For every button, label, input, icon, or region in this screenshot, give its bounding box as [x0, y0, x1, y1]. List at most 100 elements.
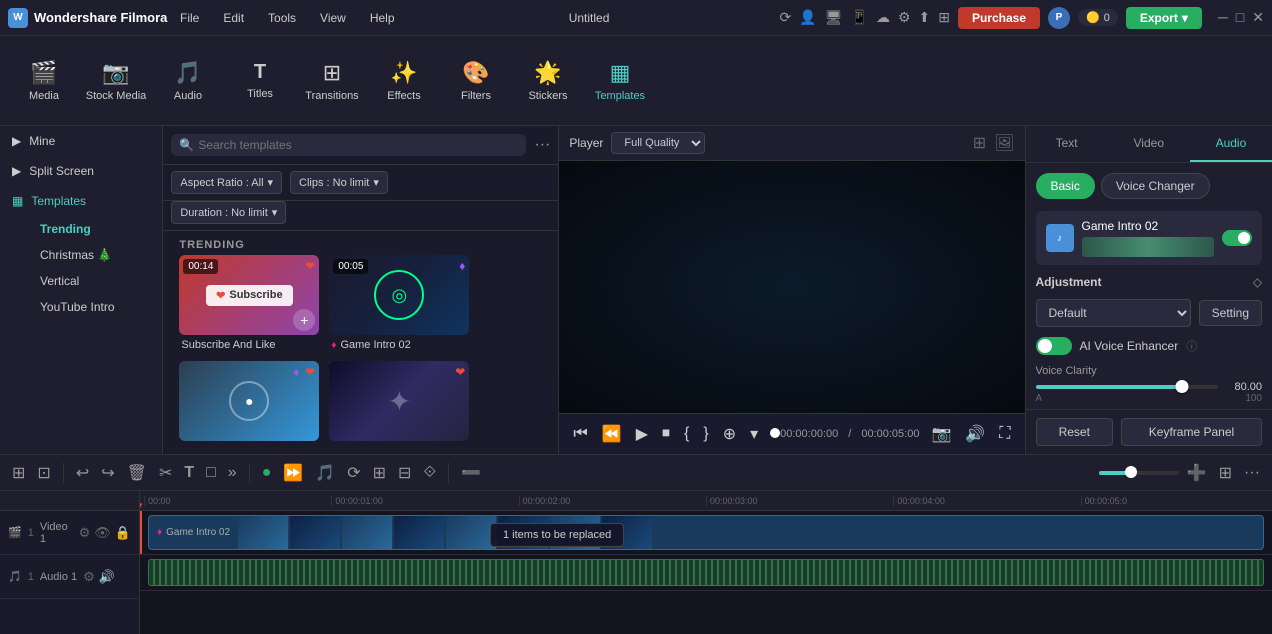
keyframe-panel-button[interactable]: Keyframe Panel [1121, 418, 1262, 446]
voice-clarity-track[interactable] [1036, 385, 1219, 389]
grid-view-icon[interactable]: ⊞ [973, 133, 986, 153]
templates-scroll[interactable]: TRENDING ❤ Subscribe 00:14 [163, 231, 558, 454]
aspect-ratio-filter[interactable]: Aspect Ratio : All ▾ [171, 171, 282, 194]
audio-settings-icon[interactable]: ⚙ [83, 569, 95, 585]
snapshot-button[interactable]: 📷 [929, 422, 953, 446]
timeline-plus[interactable]: ➕ [1183, 461, 1211, 485]
add-to-timeline-button[interactable]: ⊕ [721, 422, 738, 446]
default-dropdown[interactable]: Default [1036, 299, 1191, 327]
menu-file[interactable]: File [176, 9, 203, 27]
timeline-delete[interactable]: 🗑 [123, 461, 151, 485]
search-input[interactable] [198, 138, 518, 152]
user-icon[interactable]: 👤 [799, 9, 816, 26]
timeline-more-2[interactable]: ··· [1240, 462, 1264, 484]
duration-filter[interactable]: Duration : No limit ▾ [171, 201, 286, 224]
timeline-cut[interactable]: ✂ [155, 461, 176, 485]
mark-out-button[interactable]: } [701, 423, 710, 445]
minimize-button[interactable]: ─ [1218, 9, 1228, 26]
export-button[interactable]: Export ▾ [1126, 7, 1202, 29]
tab-video[interactable]: Video [1108, 126, 1190, 162]
toolbar-stock-media[interactable]: 📷 Stock Media [80, 41, 152, 121]
left-panel-templates[interactable]: ▦ Templates [0, 186, 162, 216]
stop-button[interactable]: ⏹ [660, 423, 672, 445]
sub-trending[interactable]: Trending [28, 216, 162, 242]
toolbar-stickers[interactable]: 🌟 Stickers [512, 41, 584, 121]
menu-help[interactable]: Help [366, 9, 399, 27]
settings-icon[interactable]: ⚙ [898, 9, 911, 26]
quality-select[interactable]: Full Quality [611, 132, 705, 154]
snapshot-icon[interactable]: 🖼 [994, 133, 1014, 153]
sub-vertical[interactable]: Vertical [28, 268, 162, 294]
toolbar-transitions[interactable]: ⊞ Transitions [296, 41, 368, 121]
step-back-button[interactable]: ⏪ [600, 422, 624, 446]
share-icon[interactable]: ⬆ [919, 9, 931, 26]
timeline-undo[interactable]: ↩ [72, 461, 93, 485]
cloud-icon[interactable]: ☁ [876, 9, 890, 26]
tl-zoom-slider[interactable] [1099, 471, 1179, 475]
toolbar-effects[interactable]: ✨ Effects [368, 41, 440, 121]
audio-clip[interactable] [148, 559, 1264, 586]
track-settings-icon[interactable]: ⚙ [79, 525, 91, 541]
sub-christmas[interactable]: Christmas 🎄 [28, 242, 162, 268]
more-controls-button[interactable]: ▾ [748, 422, 760, 446]
volume-button[interactable]: 🔊 [963, 422, 987, 446]
timeline-text[interactable]: T [180, 462, 198, 484]
setting-button[interactable]: Setting [1199, 300, 1262, 326]
fullscreen-button[interactable]: ⛶ [997, 423, 1012, 445]
basic-tab[interactable]: Basic [1036, 173, 1095, 199]
menu-edit[interactable]: Edit [219, 9, 248, 27]
video-clip[interactable]: ♦ Game Intro 02 [148, 515, 1264, 550]
timeline-sync[interactable]: ⟳ [343, 461, 364, 485]
mark-in-button[interactable]: { [682, 423, 691, 445]
tab-audio[interactable]: Audio [1190, 126, 1272, 162]
rewind-button[interactable]: ⏮ [571, 423, 589, 445]
timeline-view-toggle[interactable]: ⊞ [8, 461, 29, 485]
toolbar-titles[interactable]: T Titles [224, 41, 296, 121]
menu-tools[interactable]: Tools [264, 9, 300, 27]
template-card-3[interactable]: ● ❤ ♦ [179, 361, 319, 441]
close-button[interactable]: ✕ [1252, 9, 1264, 26]
toolbar-templates[interactable]: ▦ Templates [584, 41, 656, 121]
ai-voice-toggle[interactable] [1036, 337, 1072, 355]
toolbar-media[interactable]: 🎬 Media [8, 41, 80, 121]
timeline-speed[interactable]: ⏩ [279, 461, 307, 485]
tab-text[interactable]: Text [1026, 126, 1108, 162]
play-button[interactable]: ▶ [634, 422, 650, 446]
sub-youtube-intro[interactable]: YouTube Intro [28, 294, 162, 320]
timeline-magnet[interactable]: ⊡ [33, 461, 54, 485]
track-eye-icon[interactable]: 👁 [94, 525, 111, 541]
more-options-icon[interactable]: ··· [534, 136, 550, 154]
timeline-minus[interactable]: ➖ [457, 461, 485, 485]
reset-button[interactable]: Reset [1036, 418, 1114, 446]
left-panel-split-screen[interactable]: ▶ Split Screen [0, 156, 162, 186]
timeline-grid-options[interactable]: ⊞ [1215, 461, 1236, 485]
clips-filter[interactable]: Clips : No limit ▾ [290, 171, 388, 194]
ai-voice-info-icon[interactable]: ⓘ [1186, 338, 1197, 354]
timeline-audio-sync[interactable]: 🎵 [311, 461, 339, 485]
sync-icon[interactable]: ⟳ [780, 9, 792, 26]
toolbar-filters[interactable]: 🎨 Filters [440, 41, 512, 121]
export-dropdown-icon[interactable]: ▾ [1182, 11, 1188, 25]
timeline-crop[interactable]: □ [202, 462, 220, 484]
voice-changer-tab[interactable]: Voice Changer [1101, 173, 1210, 199]
search-input-wrap[interactable]: 🔍 [171, 134, 526, 156]
audio-volume-icon[interactable]: 🔊 [99, 569, 115, 585]
monitor-icon[interactable]: 🖥 [825, 9, 843, 26]
maximize-button[interactable]: □ [1236, 9, 1244, 26]
timeline-layout[interactable]: ⊞ [369, 461, 390, 485]
template-game-intro[interactable]: ◎ 00:05 ♦ ♦ Game Intro 02 [329, 255, 469, 351]
mobile-icon[interactable]: 📱 [851, 9, 868, 26]
template-subscribe[interactable]: ❤ Subscribe 00:14 + ❤ Subscribe And Like [179, 255, 319, 351]
timeline-more[interactable]: » [224, 462, 241, 484]
audio-toggle[interactable] [1222, 230, 1252, 246]
template-card-4[interactable]: ✦ ❤ [329, 361, 469, 441]
timeline-green-dot[interactable]: ● [258, 462, 276, 484]
timeline-redo[interactable]: ↪ [97, 461, 118, 485]
timeline-ai[interactable]: ⟐ [419, 462, 440, 484]
left-panel-mine[interactable]: ▶ Mine [0, 126, 162, 156]
track-lock-icon[interactable]: 🔒 [115, 525, 131, 541]
apps-icon[interactable]: ⊞ [938, 9, 950, 26]
timeline-detach[interactable]: ⊟ [394, 461, 415, 485]
menu-view[interactable]: View [316, 9, 350, 27]
purchase-button[interactable]: Purchase [958, 7, 1040, 29]
